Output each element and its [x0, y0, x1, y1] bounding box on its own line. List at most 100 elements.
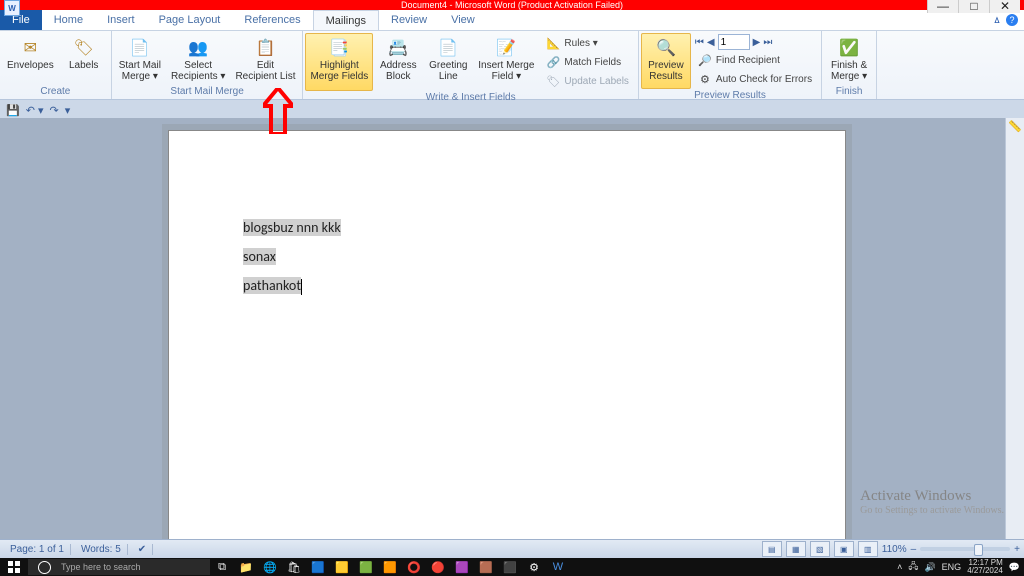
word-taskbar-icon[interactable]: W: [546, 558, 570, 576]
zoom-level[interactable]: 110%: [882, 544, 907, 555]
tab-review[interactable]: Review: [379, 10, 439, 30]
greeting-icon: 📄: [437, 37, 459, 59]
qat-customize-icon[interactable]: ▾: [65, 104, 71, 117]
insert-merge-field-button[interactable]: 📝 Insert Merge Field ▾: [473, 33, 539, 91]
minimize-button[interactable]: —: [927, 0, 958, 13]
group-preview-results: 🔍 Preview Results ⏮ ◀ ▶ ⏭ 🔎Find Recipien…: [639, 31, 822, 99]
merge-field-2[interactable]: sonax: [243, 248, 276, 265]
page-status[interactable]: Page: 1 of 1: [4, 544, 71, 555]
save-icon[interactable]: 💾: [6, 104, 20, 117]
window-title: Document4 - Microsoft Word (Product Acti…: [401, 0, 623, 10]
labels-button[interactable]: 🏷 Labels: [59, 33, 109, 85]
draft-view-button[interactable]: ▥: [858, 541, 878, 557]
minimize-ribbon-icon[interactable]: ㅿ: [992, 12, 1002, 28]
find-recipient-button[interactable]: 🔎Find Recipient: [695, 51, 815, 69]
notifications-icon[interactable]: 💬: [1009, 562, 1020, 573]
maximize-button[interactable]: □: [958, 0, 989, 13]
zoom-slider[interactable]: [920, 547, 1010, 551]
preview-results-button[interactable]: 🔍 Preview Results: [641, 33, 691, 89]
app-icon-5[interactable]: 🔴: [426, 558, 450, 576]
greeting-line-button[interactable]: 📄 Greeting Line: [423, 33, 473, 91]
tab-references[interactable]: References: [232, 10, 312, 30]
tray-volume-icon[interactable]: 🔊: [924, 562, 935, 573]
document-area[interactable]: blogsbuz nnn kkk sonax pathankot 📏 Activ…: [0, 118, 1024, 540]
web-layout-view-button[interactable]: ▧: [810, 541, 830, 557]
greeting-label: Greeting Line: [429, 60, 467, 82]
text-cursor: [301, 279, 302, 295]
start-mail-merge-label: Start Mail Merge ▾: [119, 60, 161, 82]
file-explorer-icon[interactable]: 📁: [234, 558, 258, 576]
redo-icon[interactable]: ↷: [50, 104, 59, 117]
rules-label: Rules ▾: [564, 38, 597, 49]
autocheck-icon: ⚙: [698, 72, 712, 86]
envelopes-button[interactable]: ✉ Envelopes: [2, 33, 59, 85]
start-button[interactable]: [0, 558, 28, 576]
record-number-input[interactable]: [718, 34, 750, 50]
fullscreen-view-button[interactable]: ▦: [786, 541, 806, 557]
envelope-icon: ✉: [19, 37, 41, 59]
edit-recipient-list-label: Edit Recipient List: [235, 60, 295, 82]
taskbar-search[interactable]: Type here to search: [28, 559, 210, 575]
edge-icon[interactable]: 🌐: [258, 558, 282, 576]
app-icon-6[interactable]: 🟪: [450, 558, 474, 576]
first-record-button[interactable]: ⏮: [695, 37, 704, 48]
finish-merge-button[interactable]: ✅ Finish & Merge ▾: [824, 33, 874, 85]
undo-icon[interactable]: ↶ ▾: [26, 104, 44, 117]
tab-insert[interactable]: Insert: [95, 10, 147, 30]
group-finish: ✅ Finish & Merge ▾ Finish: [822, 31, 877, 99]
print-layout-view-button[interactable]: ▤: [762, 541, 782, 557]
ruler-toggle-icon[interactable]: 📏: [1008, 120, 1022, 133]
help-icon[interactable]: ?: [1006, 14, 1018, 26]
highlight-label: Highlight Merge Fields: [310, 60, 368, 82]
tab-view[interactable]: View: [439, 10, 487, 30]
merge-field-3[interactable]: pathankot: [243, 277, 301, 294]
envelopes-label: Envelopes: [7, 60, 54, 71]
app-icon-7[interactable]: 🟫: [474, 558, 498, 576]
tray-chevron-icon[interactable]: ˄: [897, 562, 902, 572]
tab-mailings[interactable]: Mailings: [313, 10, 379, 30]
prev-record-button[interactable]: ◀: [707, 37, 715, 48]
auto-check-errors-button[interactable]: ⚙ Auto Check for Errors: [695, 70, 815, 88]
match-label: Match Fields: [564, 57, 621, 68]
zoom-in-button[interactable]: +: [1014, 544, 1020, 555]
store-icon[interactable]: 🛍: [282, 558, 306, 576]
tab-page-layout[interactable]: Page Layout: [147, 10, 233, 30]
select-recipients-button[interactable]: 👥 Select Recipients ▾: [166, 33, 231, 85]
word-count[interactable]: Words: 5: [75, 544, 128, 555]
task-view-icon[interactable]: ⧉: [210, 558, 234, 576]
rules-button[interactable]: 📐Rules ▾: [543, 34, 632, 52]
settings-icon[interactable]: ⚙: [522, 558, 546, 576]
next-record-button[interactable]: ▶: [753, 37, 761, 48]
spellcheck-icon[interactable]: ✔: [132, 544, 153, 555]
app-icon-3[interactable]: 🟩: [354, 558, 378, 576]
insert-field-label: Insert Merge Field ▾: [478, 60, 534, 82]
tab-home[interactable]: Home: [42, 10, 95, 30]
taskbar-clock[interactable]: 12:17 PM 4/27/2024: [967, 559, 1003, 575]
zoom-out-button[interactable]: –: [911, 544, 917, 555]
last-record-button[interactable]: ⏭: [763, 37, 772, 48]
chrome-icon[interactable]: ⭕: [402, 558, 426, 576]
app-icon-2[interactable]: 🟨: [330, 558, 354, 576]
search-placeholder: Type here to search: [61, 562, 141, 572]
update-label: Update Labels: [564, 76, 629, 87]
start-mail-merge-button[interactable]: 📄 Start Mail Merge ▾: [114, 33, 166, 85]
vertical-scrollbar-area[interactable]: 📏: [1005, 118, 1024, 540]
outline-view-button[interactable]: ▣: [834, 541, 854, 557]
group-create-label: Create: [2, 85, 109, 99]
address-block-button[interactable]: 📇 Address Block: [373, 33, 423, 91]
document-page[interactable]: blogsbuz nnn kkk sonax pathankot: [168, 130, 846, 540]
annotation-arrow: [263, 88, 293, 134]
tray-network-icon[interactable]: 🖧: [908, 559, 918, 575]
match-fields-button[interactable]: 🔗Match Fields: [543, 53, 632, 71]
finish-label: Finish & Merge ▾: [831, 60, 867, 82]
edit-recipient-list-button[interactable]: 📋 Edit Recipient List: [230, 33, 300, 85]
app-icon-4[interactable]: 🟧: [378, 558, 402, 576]
highlight-merge-fields-button[interactable]: 📑 Highlight Merge Fields: [305, 33, 373, 91]
app-icon-8[interactable]: ⬛: [498, 558, 522, 576]
tray-language-icon[interactable]: ENG: [942, 562, 962, 572]
autocheck-label: Auto Check for Errors: [716, 74, 812, 85]
update-labels-button: 🏷Update Labels: [543, 72, 632, 90]
app-icon-1[interactable]: 🟦: [306, 558, 330, 576]
merge-field-1[interactable]: blogsbuz nnn kkk: [243, 219, 341, 236]
title-bar: W Document4 - Microsoft Word (Product Ac…: [0, 0, 1024, 10]
